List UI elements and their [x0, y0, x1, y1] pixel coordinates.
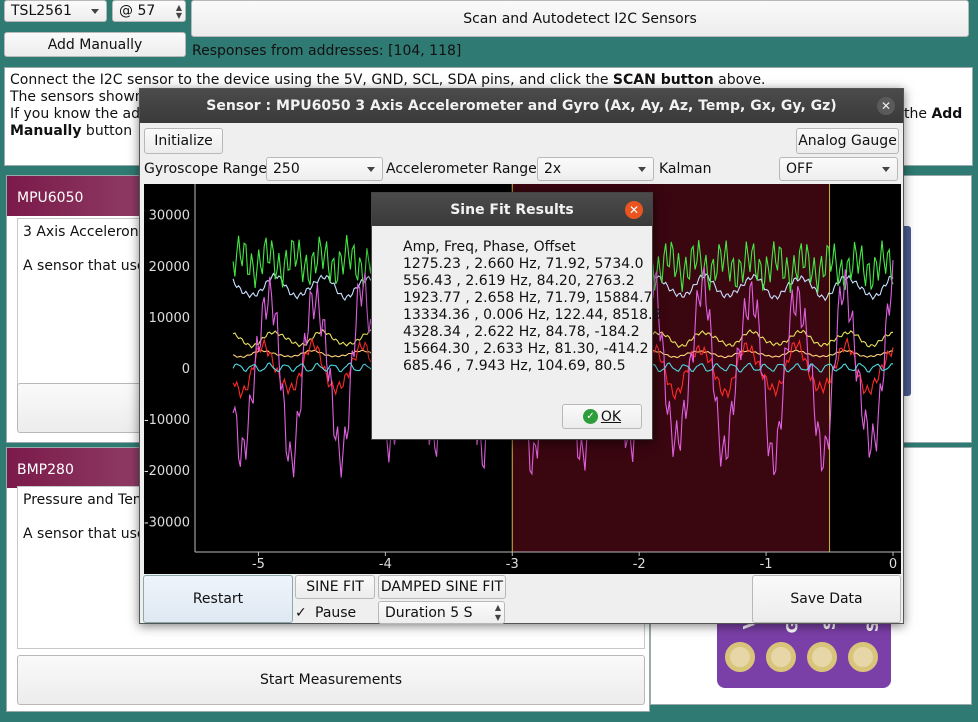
- scan-button[interactable]: Scan and Autodetect I2C Sensors: [191, 0, 969, 37]
- gyroscope-range-select[interactable]: 250: [266, 157, 383, 181]
- info-bold: Manually: [10, 123, 82, 139]
- initialize-button[interactable]: Initialize: [144, 128, 223, 154]
- pause-checkbox[interactable]: ✓ Pause: [295, 602, 375, 624]
- result-line: 556.43 , 2.619 Hz, 84.20, 2763.2: [403, 273, 635, 289]
- dialog-title: Sine Fit Results: [450, 201, 574, 218]
- damped-sine-fit-button[interactable]: DAMPED SINE FIT: [378, 575, 506, 599]
- spin-down-icon[interactable]: ▼: [495, 613, 501, 622]
- x-tick-label: 0: [889, 557, 897, 572]
- x-tick-label: -3: [506, 557, 519, 572]
- accelerometer-range-label: Accelerometer Range: [386, 161, 537, 177]
- responses-label: Responses from addresses: [104, 118]: [192, 43, 462, 59]
- info-text: the: [904, 106, 932, 122]
- sine-fit-button[interactable]: SINE FIT: [295, 575, 375, 599]
- y-tick-label: 0: [182, 362, 190, 377]
- check-circle-icon: ✓: [582, 409, 598, 424]
- close-icon[interactable]: ✕: [625, 201, 643, 219]
- x-tick-label: -4: [379, 557, 392, 572]
- select-value: OFF: [786, 161, 814, 177]
- board-pin: [766, 642, 796, 672]
- board-pin: [848, 642, 878, 672]
- y-tick-label: 10000: [149, 311, 190, 326]
- sensor-window-titlebar: Sensor : MPU6050 3 Axis Accelerometer an…: [140, 89, 903, 123]
- add-manually-button[interactable]: Add Manually: [4, 32, 186, 57]
- save-data-button[interactable]: Save Data: [752, 575, 901, 623]
- start-measurements-button[interactable]: Start Measurements: [17, 655, 645, 705]
- chevron-down-icon: [367, 167, 375, 172]
- restart-button[interactable]: Restart: [143, 575, 293, 623]
- pause-label: Pause: [315, 605, 357, 621]
- card-title: BMP280: [17, 462, 74, 478]
- x-tick-label: -5: [252, 557, 265, 572]
- close-icon[interactable]: ✕: [877, 97, 895, 115]
- accelerometer-range-select[interactable]: 2x: [537, 157, 654, 181]
- spin-up-icon[interactable]: ▲: [495, 603, 501, 612]
- info-bold: SCAN button: [612, 72, 714, 88]
- result-line: 1923.77 , 2.658 Hz, 71.79, 15884.7: [403, 290, 653, 306]
- dialog-results: Amp, Freq, Phase, Offset 1275.23 , 2.660…: [403, 239, 661, 375]
- result-line: Amp, Freq, Phase, Offset: [403, 239, 576, 255]
- chevron-down-icon: [638, 167, 646, 172]
- gyroscope-range-label: Gyroscope Range: [144, 161, 268, 177]
- address-spinbox[interactable]: @ 57 ▲ ▼: [112, 0, 186, 22]
- kalman-select[interactable]: OFF: [779, 157, 898, 181]
- result-line: 685.46 , 7.943 Hz, 104.69, 80.5: [403, 358, 626, 374]
- select-value: 250: [273, 161, 300, 177]
- chevron-down-icon: [882, 167, 890, 172]
- x-tick-label: -1: [760, 557, 773, 572]
- result-line: 1275.23 , 2.660 Hz, 71.92, 5734.0: [403, 256, 644, 272]
- info-text: button: [81, 123, 133, 139]
- result-line: 4328.34 , 2.622 Hz, 84.78, -184.2: [403, 324, 640, 340]
- card-title: MPU6050: [17, 190, 84, 206]
- address-value: @ 57: [119, 3, 156, 19]
- info-text: above.: [713, 72, 766, 88]
- checkbox-check-icon: ✓: [295, 605, 307, 621]
- sensor-select[interactable]: TSL2561: [4, 0, 107, 22]
- info-right: the Add: [904, 106, 962, 123]
- ok-button[interactable]: ✓ OK: [562, 404, 642, 429]
- y-tick-label: -10000: [144, 413, 190, 428]
- info-text: If you know the add: [10, 106, 149, 122]
- result-line: 13334.36 , 0.006 Hz, 122.44, 8518.8: [403, 307, 662, 323]
- sensor-select-value: TSL2561: [11, 3, 72, 19]
- dialog-titlebar: Sine Fit Results ✕: [372, 193, 652, 226]
- chevron-down-icon: [91, 9, 99, 14]
- kalman-label: Kalman: [659, 161, 712, 177]
- info-line-1: Connect the I2C sensor to the device usi…: [10, 72, 967, 89]
- board-pin: [725, 642, 755, 672]
- sine-fit-dialog: Sine Fit Results ✕ Amp, Freq, Phase, Off…: [371, 192, 661, 440]
- select-value: 2x: [544, 161, 562, 177]
- ok-label: OK: [600, 408, 622, 425]
- analog-gauge-button[interactable]: Analog Gauge: [796, 128, 899, 154]
- sensor-window-title: Sensor : MPU6050 3 Axis Accelerometer an…: [206, 98, 837, 114]
- x-tick-label: -2: [633, 557, 646, 572]
- info-bold: Add: [931, 106, 963, 122]
- info-text: Connect the I2C sensor to the device usi…: [10, 72, 613, 88]
- y-tick-label: -20000: [144, 464, 190, 479]
- board-pin: [807, 642, 837, 672]
- result-line: 15664.30 , 2.633 Hz, 81.30, -414.2: [403, 341, 649, 357]
- spin-down-icon[interactable]: ▼: [176, 11, 182, 20]
- duration-spinbox[interactable]: Duration 5 S ▲ ▼: [378, 601, 505, 624]
- y-tick-label: 20000: [149, 260, 190, 275]
- y-tick-label: -30000: [144, 515, 190, 530]
- duration-value: Duration 5 S: [385, 604, 473, 621]
- y-tick-label: 30000: [149, 209, 190, 224]
